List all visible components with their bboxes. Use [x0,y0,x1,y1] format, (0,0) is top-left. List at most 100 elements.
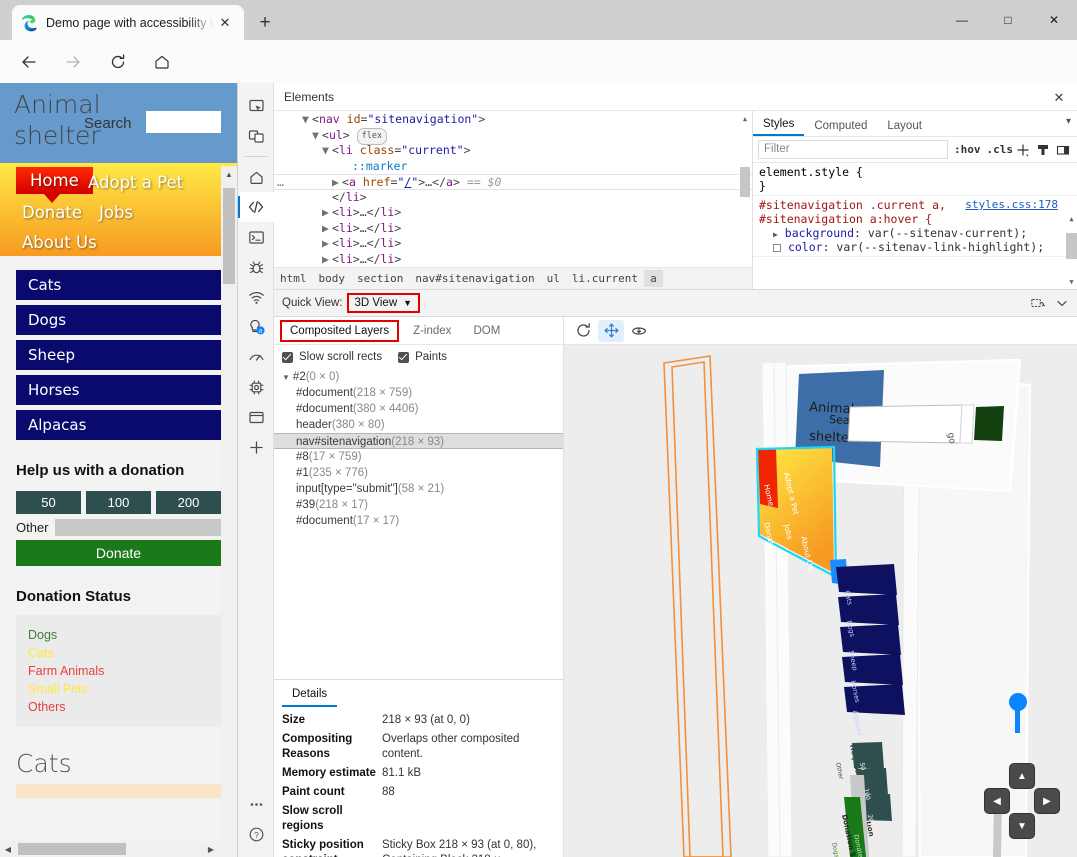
nav-item-adopt-a-pet[interactable]: Adopt a Pet [88,173,183,192]
category-horses[interactable]: Horses [16,375,221,405]
issues-lightbulb-icon[interactable]: 8 [238,312,274,342]
other-amount-input[interactable] [55,519,221,536]
tree-scroll-up-arrow[interactable]: ▲ [740,115,750,125]
layer-tree-row[interactable]: #document(218 × 759) [274,385,563,401]
dom-tree[interactable]: ▼<nav id="sitenavigation">▼<ul> flex▼<li… [274,111,752,289]
quick-view-dropdown[interactable]: 3D View ▼ [347,293,421,313]
dom-tree-scrollbar[interactable]: ▲ ▼ [740,115,750,285]
dom-tree-row[interactable]: ▼<ul> flex [274,128,752,144]
dom-tree-scroll-thumb[interactable] [740,167,750,197]
add-panel-icon[interactable] [238,432,274,462]
declaration-color[interactable]: color: var(--sitenav-link-highlight); [759,240,1072,254]
memory-chip-icon[interactable] [238,372,274,402]
category-cats[interactable]: Cats [16,270,221,300]
layer-tree-row[interactable]: #document(380 × 4406) [274,401,563,417]
console-icon[interactable] [238,222,274,252]
pan-left-button[interactable]: ◀ [984,788,1010,814]
category-dogs[interactable]: Dogs [16,305,221,335]
tab-layout[interactable]: Layout [877,116,932,136]
amount-100[interactable]: 100 [86,491,151,514]
breadcrumb-item[interactable]: nav#sitenavigation [409,270,540,287]
layer-tree-row[interactable]: #1(235 × 776) [274,465,563,481]
declaration-background[interactable]: ▶ background: var(--sitenav-current); [759,226,1072,240]
tree-expand-arrow[interactable]: ▶ [322,236,332,252]
welcome-home-icon[interactable] [238,162,274,192]
browser-tab[interactable]: Demo page with accessibility iss ✕ [12,5,244,40]
tree-expand-arrow[interactable]: ▶ [322,252,332,268]
tab-composited-layers[interactable]: Composited Layers [280,320,399,342]
breadcrumb[interactable]: htmlbodysectionnav#sitenavigationulli.cu… [274,267,752,289]
nav-item-about-us[interactable]: About Us [22,233,97,252]
breadcrumb-item[interactable]: a [644,270,663,287]
chevron-down-icon[interactable]: ▾ [1066,116,1071,127]
page-horizontal-scrollbar[interactable]: ◀ ▶ [0,841,237,857]
styles-scrollbar[interactable]: ▲ ▼ [1066,215,1077,289]
dom-tree-row[interactable]: ▶<li>…</li> [274,236,752,252]
application-window-icon[interactable] [238,402,274,432]
breadcrumb-item[interactable]: section [351,270,409,287]
screencast-icon[interactable] [1026,292,1050,314]
tab-z-index[interactable]: Z-index [405,322,459,340]
layer-tree-row[interactable]: input[type="submit"](58 × 21) [274,481,563,497]
home-icon[interactable] [147,47,177,77]
window-close-button[interactable]: ✕ [1031,0,1077,40]
style-source-link[interactable]: styles.css:178 [965,198,1058,211]
tree-expand-arrow[interactable]: ▶ [332,175,342,191]
breadcrumb-item[interactable]: li.current [566,270,644,287]
layer-tree-row[interactable]: header(380 × 80) [274,417,563,433]
tree-expand-arrow[interactable]: ▶ [322,205,332,221]
breadcrumb-item[interactable]: html [274,270,313,287]
nav-item-donate[interactable]: Donate [22,203,82,222]
new-style-rule-icon[interactable] [1013,140,1033,160]
element-classes-icon[interactable] [1033,140,1053,160]
devtools-close-icon[interactable]: ✕ [1048,87,1070,109]
styles-scroll-up-arrow[interactable]: ▲ [1066,215,1077,226]
amount-50[interactable]: 50 [16,491,81,514]
styles-rules[interactable]: element.style { } styles.css:178 #sitena… [753,163,1077,289]
dom-tree-row[interactable]: ▶<li>…</li> [274,221,752,237]
layer-tree-row[interactable]: #8(17 × 759) [274,449,563,465]
rotate-mode-icon[interactable] [626,320,652,342]
tree-expand-arrow[interactable]: ▼ [302,112,312,128]
tab-close-icon[interactable]: ✕ [214,12,236,34]
dom-tree-row[interactable]: ▼<nav id="sitenavigation"> [274,112,752,128]
page-vscroll-thumb[interactable] [223,188,235,284]
sources-debug-icon[interactable] [238,252,274,282]
pan-mode-icon[interactable] [598,320,624,342]
hov-toggle[interactable]: :hov [954,143,981,156]
scroll-right-arrow[interactable]: ▶ [205,843,217,855]
pan-up-button[interactable]: ▲ [1009,763,1035,789]
color-swatch-icon[interactable] [773,244,781,252]
styles-scroll-down-arrow[interactable]: ▼ [1066,278,1077,289]
expand-triangle-icon[interactable]: ▶ [773,230,778,239]
tree-expand-arrow[interactable]: ▶ [322,221,332,237]
scroll-left-arrow[interactable]: ◀ [2,843,14,855]
pan-right-button[interactable]: ▶ [1034,788,1060,814]
reload-button[interactable] [103,47,133,77]
three-d-canvas[interactable]: Animal shelter Search go [564,345,1077,857]
tab-details[interactable]: Details [282,683,337,707]
pan-down-button[interactable]: ▼ [1009,813,1035,839]
dom-tree-row[interactable]: ::marker [274,159,752,175]
amount-200[interactable]: 200 [156,491,221,514]
dom-tree-row[interactable]: …▶<a href="/">…</a> == $0 [274,174,752,190]
page-vertical-scrollbar[interactable]: ▲ ▼ [221,166,237,857]
tab-dom[interactable]: DOM [465,322,508,340]
maximize-button[interactable]: □ [985,0,1031,40]
chevron-down-icon[interactable] [1050,292,1074,314]
layer-tree-row[interactable]: nav#sitenavigation(218 × 93) [274,433,563,449]
breadcrumb-item[interactable]: ul [541,270,566,287]
cls-toggle[interactable]: .cls [987,143,1014,156]
layer-tree-row[interactable]: #document(17 × 17) [274,513,563,529]
dom-tree-row[interactable]: ▶<li>…</li> [274,205,752,221]
device-emulation-icon[interactable] [238,121,274,151]
performance-icon[interactable] [238,342,274,372]
scroll-up-arrow[interactable]: ▲ [221,168,237,180]
more-tools-icon[interactable] [238,789,274,819]
category-sheep[interactable]: Sheep [16,340,221,370]
toggle-sidebar-icon[interactable] [1053,140,1073,160]
donate-submit-button[interactable]: Donate [16,540,221,566]
new-tab-button[interactable]: + [252,10,278,36]
help-icon[interactable]: ? [238,819,274,849]
rule-sitenavigation[interactable]: styles.css:178 #sitenavigation .current … [753,196,1077,257]
